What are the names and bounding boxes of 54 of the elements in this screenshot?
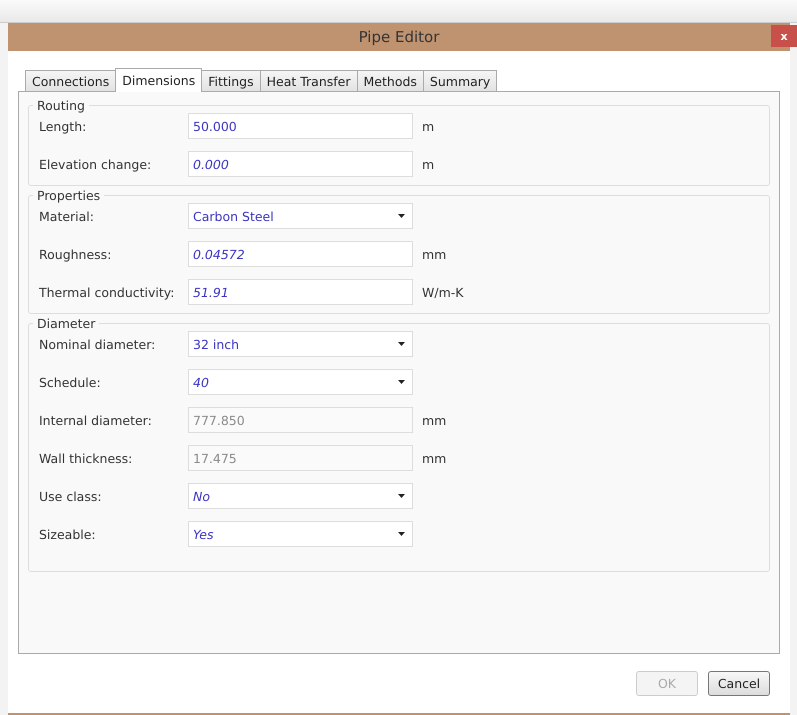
dropdown[interactable]: Carbon Steel [188,203,413,229]
caret-icon [398,380,405,384]
dialog-button[interactable]: Cancel [708,671,770,696]
unit-label: mm [422,412,446,428]
group-title: Properties [36,188,102,203]
dropdown-value: 32 inch [193,336,240,352]
dropdown[interactable]: Yes [188,521,413,547]
field-value: 0.04572 [193,246,245,262]
field-label: Schedule: [39,374,102,390]
field-label: Elevation change: [39,156,152,172]
unit-label: mm [422,246,446,262]
field-value: 777.850 [193,412,245,428]
field-value: 51.91 [193,284,229,300]
dropdown-value: No [193,488,210,504]
dropdown-value: Carbon Steel [193,208,274,224]
caret-icon [398,532,405,536]
tab[interactable]: Heat Transfer [260,70,358,91]
field-label: Internal diameter: [39,412,153,428]
field-value: 0.000 [193,156,229,172]
group-title: Diameter [36,316,96,331]
dropdown[interactable]: No [188,483,413,509]
close-button[interactable]: x [771,25,797,47]
dropdown[interactable]: 32 inch [188,331,413,357]
input-field[interactable]: 0.04572 [188,241,413,267]
unit-label: mm [422,450,446,466]
caret-icon [398,342,405,346]
group-title: Routing [36,98,86,113]
field-label: Use class: [39,488,103,504]
field-label: Roughness: [39,246,112,262]
field-label: Length: [39,118,88,134]
input-field[interactable]: 50.000 [188,113,413,139]
caret-icon [398,494,405,498]
input-field[interactable]: 0.000 [188,151,413,177]
field-value: 17.475 [193,450,237,466]
field-label: Thermal conductivity: [39,284,176,300]
caret-icon [398,214,405,218]
window-title: Pipe Editor [358,28,440,46]
tab[interactable]: Dimensions [115,68,202,92]
tab[interactable]: Summary [422,70,498,91]
field-label: Wall thickness: [39,450,134,466]
tab[interactable]: Connections [25,70,116,91]
unit-label: m [422,156,434,172]
dropdown-value: Yes [193,526,214,542]
field-value: 50.000 [193,118,237,134]
unit-label: m [422,118,434,134]
tab[interactable]: Fittings [201,70,261,91]
dropdown-value: 40 [193,374,209,390]
input-field[interactable]: 51.91 [188,279,413,305]
field-label: Material: [39,208,95,224]
unit-label: W/m-K [422,284,464,300]
field-label: Nominal diameter: [39,336,156,352]
tab[interactable]: Methods [356,70,424,91]
dropdown[interactable]: 40 [188,369,413,395]
field-label: Sizeable: [39,526,97,542]
